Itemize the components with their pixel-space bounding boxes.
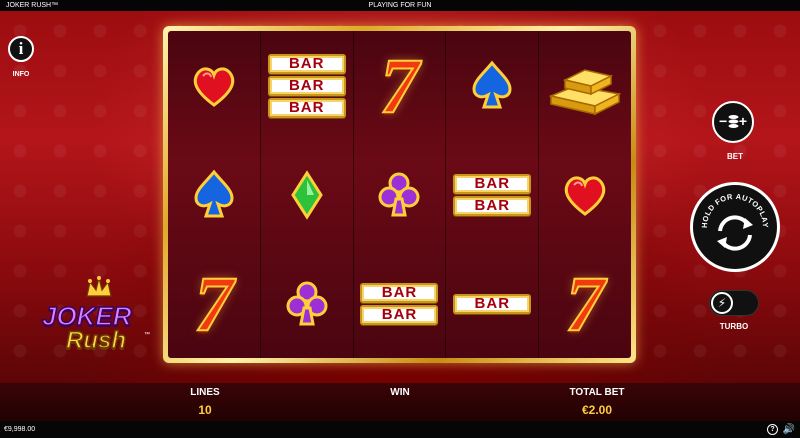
bar-text: BAR xyxy=(267,75,346,96)
coin-stack-icon xyxy=(728,115,739,128)
status-bar: €9,998.00 ? 🔊 xyxy=(0,421,800,438)
bar-text: BAR xyxy=(360,304,439,325)
bar-text: BAR xyxy=(267,53,346,74)
logo-trademark: ™ xyxy=(144,332,150,338)
reel-cell: BAR BAR BAR xyxy=(261,31,353,140)
help-icon[interactable]: ? xyxy=(767,424,778,435)
total-bet-stat: TOTAL BET €2.00 xyxy=(537,386,657,418)
info-button[interactable]: i xyxy=(8,36,34,62)
total-bet-label: TOTAL BET xyxy=(569,387,625,398)
reel-cell: 7 xyxy=(354,31,446,140)
bar-text: BAR xyxy=(360,282,439,303)
reel-cell: BAR BAR xyxy=(446,140,538,249)
win-label: WIN xyxy=(390,387,410,398)
lines-stat: LINES 10 xyxy=(145,386,265,418)
bar-text: BAR xyxy=(453,173,532,194)
bar-text: BAR xyxy=(267,97,346,118)
club-symbol xyxy=(378,172,420,216)
bar-symbol: BAR BAR BAR xyxy=(267,53,346,118)
play-mode: PLAYING FOR FUN xyxy=(368,2,432,9)
turbo-knob: ⚡ xyxy=(711,292,733,314)
bar-text: BAR xyxy=(453,293,532,314)
info-label: INFO xyxy=(12,71,30,78)
balance: €9,998.00 xyxy=(4,426,36,433)
svg-text:HOLD FOR AUTOPLAY: HOLD FOR AUTOPLAY xyxy=(700,192,770,228)
reel-cell: BAR xyxy=(446,249,538,358)
lines-label: LINES xyxy=(190,387,220,398)
reel-5: 7 xyxy=(539,31,631,358)
reel-2: BAR BAR BAR xyxy=(261,31,354,358)
sound-icon[interactable]: 🔊 xyxy=(783,421,795,438)
game-stage: i INFO JOKER Rush ™ 7 BAR BAR BAR 7 BAR BAR BAR… xyxy=(0,11,800,383)
reel-cell xyxy=(539,31,631,140)
total-bet-value: €2.00 xyxy=(581,403,613,417)
reel-cell xyxy=(168,31,260,140)
seven-symbol: 7 xyxy=(379,41,420,129)
club-symbol xyxy=(286,281,328,325)
lines-value: 10 xyxy=(198,403,212,417)
game-logo: JOKER Rush ™ xyxy=(36,270,166,360)
jester-hat-icon xyxy=(86,276,112,297)
bet-info-bar: LINES 10 WIN TOTAL BET €2.00 xyxy=(0,383,800,421)
spade-symbol xyxy=(194,169,234,217)
reel-cell xyxy=(168,140,260,249)
reel-cell xyxy=(539,140,631,249)
reel-frame: 7 BAR BAR BAR 7 BAR BAR BAR BAR BAR 7 xyxy=(163,26,636,363)
reel-cell xyxy=(261,249,353,358)
turbo-label: TURBO xyxy=(719,322,749,331)
bet-label: BET xyxy=(727,152,743,161)
lightning-icon: ⚡ xyxy=(717,296,727,310)
reel-cell xyxy=(446,31,538,140)
logo-text-rush: Rush xyxy=(65,327,127,355)
reel-cell: 7 xyxy=(539,249,631,358)
info-icon: i xyxy=(18,39,24,58)
reels-area: 7 BAR BAR BAR 7 BAR BAR BAR BAR BAR 7 xyxy=(168,31,631,358)
reel-3: 7 BAR BAR xyxy=(354,31,447,358)
logo-text-joker: JOKER xyxy=(41,301,132,331)
bar-text: BAR xyxy=(453,195,532,216)
reel-cell xyxy=(354,140,446,249)
reel-cell xyxy=(261,140,353,249)
win-stat: WIN xyxy=(340,386,460,402)
reel-cell: BAR BAR xyxy=(354,249,446,358)
bet-button[interactable]: − + xyxy=(712,101,754,143)
bar-symbol: BAR BAR xyxy=(360,282,439,325)
spade-symbol xyxy=(472,60,512,108)
spin-arrows-icon xyxy=(717,215,753,251)
autoplay-hint: HOLD FOR AUTOPLAY xyxy=(700,192,770,228)
reel-4: BAR BAR BAR xyxy=(446,31,540,358)
seven-symbol: 7 xyxy=(565,259,606,347)
reel-1: 7 xyxy=(168,31,261,358)
reel-cell: 7 xyxy=(168,249,260,358)
diamond-symbol xyxy=(290,169,323,220)
turbo-toggle[interactable]: ⚡ xyxy=(709,290,759,316)
bet-increase-icon[interactable]: + xyxy=(739,113,747,129)
seven-symbol: 7 xyxy=(193,259,234,347)
top-bar: JOKER RUSH™ PLAYING FOR FUN xyxy=(0,0,800,11)
bet-decrease-icon[interactable]: − xyxy=(719,113,727,129)
heart-symbol xyxy=(193,66,235,107)
heart-symbol xyxy=(564,175,606,216)
bar-symbol: BAR xyxy=(453,293,532,314)
bar-symbol: BAR BAR xyxy=(453,173,532,216)
gold-bars-symbol xyxy=(548,68,622,115)
spin-button[interactable]: HOLD FOR AUTOPLAY xyxy=(690,182,780,272)
